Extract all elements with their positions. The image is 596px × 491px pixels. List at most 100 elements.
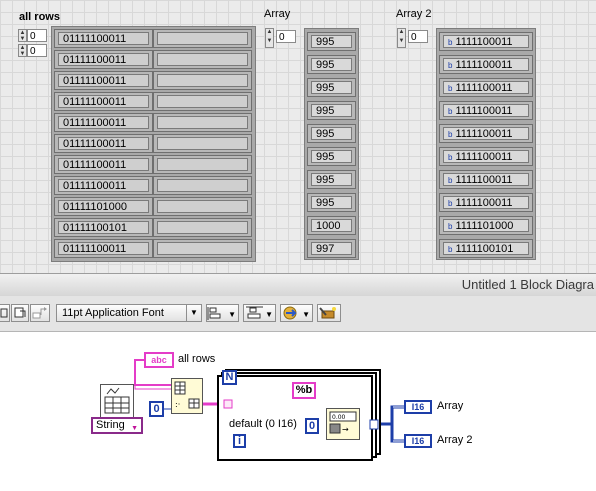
array2-cell[interactable]: b 1111100011 [439, 124, 533, 143]
output-wires[interactable] [378, 405, 404, 443]
all-rows-cell-value: 01111100011 [58, 53, 149, 66]
array2-cell[interactable]: b 1111100011 [439, 78, 533, 97]
all-rows-cell-empty[interactable] [153, 239, 252, 258]
array2-cell-box: b 1111100011 [443, 173, 529, 186]
array-cell[interactable]: 1000 [307, 216, 356, 235]
all-rows-cell-empty[interactable] [153, 134, 252, 153]
array2-cell-box: b 1111100011 [443, 35, 529, 48]
binary-radix-indicator: b [448, 130, 453, 139]
zero-constant[interactable]: 0 [149, 401, 164, 417]
all-rows-cell[interactable]: 01111100011 [54, 50, 153, 69]
array-cell-value: 995 [311, 196, 352, 209]
window-title: Untitled 1 Block Diagra [461, 277, 594, 292]
array-cell-value: 995 [311, 104, 352, 117]
array2-indicator-type: I16 [411, 436, 425, 446]
font-dropdown[interactable]: 11pt Application Font ▼ [56, 304, 202, 322]
array2-cell[interactable]: b 1111100101 [439, 239, 533, 258]
window-title-bar[interactable]: Untitled 1 Block Diagra [0, 273, 596, 297]
input-tunnel[interactable] [223, 399, 233, 409]
all-rows-cell-empty[interactable] [153, 92, 252, 111]
array2-cell[interactable]: b 1111100011 [439, 147, 533, 166]
array2-cell[interactable]: b 1111100011 [439, 170, 533, 189]
binary-radix-indicator: b [448, 38, 453, 47]
toolbar: 11pt Application Font ▼ ▼ ▼ ▼ [0, 296, 596, 332]
all-rows-cell-empty[interactable] [153, 50, 252, 69]
array2-cell[interactable]: b 1111101000 [439, 216, 533, 235]
scan-from-string-node[interactable]: 0.00 → [326, 408, 360, 440]
array-indicator-label: Array [437, 400, 464, 412]
spreadsheet-string-to-array-node[interactable] [100, 384, 134, 418]
array-cell[interactable]: 995 [307, 101, 356, 120]
all-rows-cell-value: 01111100011 [58, 32, 149, 45]
array-cell[interactable]: 995 [307, 193, 356, 212]
array-cell[interactable]: 995 [307, 55, 356, 74]
all-rows-cell[interactable]: 01111100011 [54, 29, 153, 48]
output-tunnel[interactable] [369, 419, 379, 430]
decimal-to-boolean-node[interactable]: :· [171, 378, 203, 414]
default-zero-constant[interactable]: 0 [305, 418, 319, 434]
all-rows-col-spinner[interactable]: ▲ ▼ [18, 44, 27, 57]
all-rows-cell[interactable]: 01111101000 [54, 197, 153, 216]
array2-cell[interactable]: b 1111100011 [439, 55, 533, 74]
array-index[interactable]: 0 [276, 30, 296, 43]
chevron-down-icon: ▼ [302, 310, 310, 319]
array2-index[interactable]: 0 [408, 30, 428, 43]
all-rows-cell-empty[interactable] [153, 113, 252, 132]
array2-cell[interactable]: b 1111100011 [439, 32, 533, 51]
distribute-objects-button[interactable]: ▼ [243, 304, 276, 322]
array-index-spinner[interactable]: ▲ ▼ [265, 28, 274, 48]
format-string-constant[interactable]: %b [292, 382, 316, 399]
loop-count-terminal[interactable]: N [222, 370, 237, 385]
all-rows-cell[interactable]: 01111100011 [54, 176, 153, 195]
all-rows-cell-value: 01111101000 [58, 200, 149, 213]
array-cell[interactable]: 995 [307, 170, 356, 189]
array-cell[interactable]: 995 [307, 147, 356, 166]
array2-cell-value: 1111100011 [455, 151, 513, 163]
array-cell[interactable]: 995 [307, 78, 356, 97]
retain-wire-values-button[interactable] [11, 304, 29, 322]
array2-cell-value: 1111100011 [455, 105, 513, 117]
font-dropdown-value: 11pt Application Font [62, 307, 164, 319]
array-cell[interactable]: 997 [307, 239, 356, 258]
all-rows-cell-empty[interactable] [153, 176, 252, 195]
array-cell-value: 997 [311, 242, 352, 255]
reorder-icon [283, 306, 297, 320]
all-rows-row-index[interactable]: 0 [27, 29, 47, 42]
all-rows-cell[interactable]: 01111100011 [54, 134, 153, 153]
all-rows-cell-empty-value [157, 221, 248, 234]
all-rows-terminal[interactable]: abc [144, 352, 174, 368]
all-rows-cell[interactable]: 01111100011 [54, 239, 153, 258]
all-rows-cell-value: 01111100011 [58, 74, 149, 87]
all-rows-cell[interactable]: 01111100011 [54, 113, 153, 132]
all-rows-cell-empty[interactable] [153, 155, 252, 174]
array2-cell[interactable]: b 1111100011 [439, 193, 533, 212]
array2-indicator-terminal[interactable]: I16 [404, 434, 432, 448]
all-rows-cell-empty[interactable] [153, 218, 252, 237]
format-string-value: %b [295, 384, 313, 396]
all-rows-cell[interactable]: 01111100011 [54, 71, 153, 90]
all-rows-cell-empty[interactable] [153, 197, 252, 216]
array2-cell[interactable]: b 1111100011 [439, 101, 533, 120]
all-rows-cell-empty[interactable] [153, 71, 252, 90]
all-rows-col-index[interactable]: 0 [27, 44, 47, 57]
block-diagram: abc all rows String ▼ :· 0 N %b 0.00 → d… [0, 332, 596, 491]
distribute-objects-icon [246, 306, 263, 319]
string-type-enum-value: String [96, 419, 125, 431]
all-rows-row-spinner[interactable]: ▲ ▼ [18, 29, 27, 42]
reorder-button[interactable]: ▼ [280, 304, 313, 322]
step-out-button[interactable] [30, 304, 50, 322]
all-rows-cell[interactable]: 01111100101 [54, 218, 153, 237]
clean-up-diagram-button[interactable] [317, 304, 341, 322]
array-indicator-terminal[interactable]: I16 [404, 400, 432, 414]
svg-text::·: :· [175, 400, 180, 409]
array-cell[interactable]: 995 [307, 124, 356, 143]
all-rows-cell-empty[interactable] [153, 29, 252, 48]
array-cell[interactable]: 995 [307, 32, 356, 51]
array-indicator-type: I16 [411, 402, 425, 412]
all-rows-cell[interactable]: 01111100011 [54, 92, 153, 111]
array2-index-spinner[interactable]: ▲ ▼ [397, 28, 406, 48]
all-rows-cell[interactable]: 01111100011 [54, 155, 153, 174]
string-type-enum[interactable]: String ▼ [91, 417, 143, 434]
align-objects-button[interactable]: ▼ [206, 304, 239, 322]
run-button[interactable] [0, 304, 10, 322]
